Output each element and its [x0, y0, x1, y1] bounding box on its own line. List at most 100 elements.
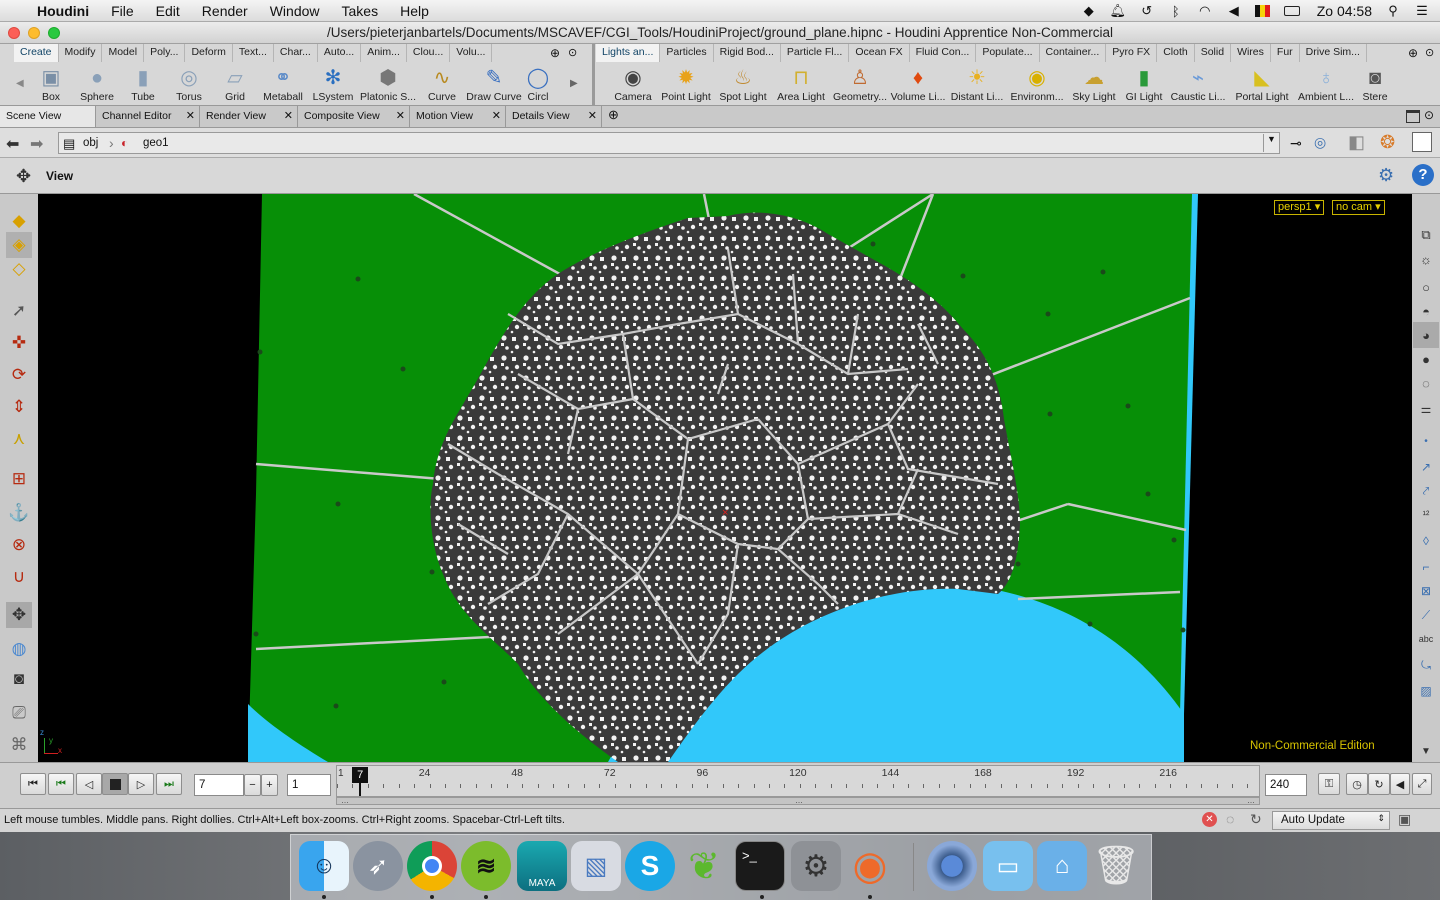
bluetooth-icon[interactable]: ᛒ	[1168, 4, 1184, 19]
dock-skype[interactable]: S	[625, 841, 675, 891]
link-icon[interactable]: ◎	[1314, 134, 1326, 151]
rotate-icon[interactable]: ⟳	[6, 362, 32, 388]
prim-normals-icon[interactable]: ◊	[1413, 528, 1439, 554]
shelf-tab-fluid-con[interactable]: Fluid Con...	[910, 44, 977, 62]
flat-shade-icon[interactable]: ◓	[1413, 298, 1439, 324]
tab-scene-view[interactable]: Scene View	[0, 106, 96, 127]
guide-icon[interactable]: ⟋	[1413, 602, 1439, 628]
clock[interactable]: Zo 04:58	[1317, 3, 1372, 19]
display-cube-icon[interactable]: ◧	[1348, 132, 1365, 153]
shelf-tab-lights[interactable]: Lights an...	[596, 44, 661, 62]
shelf-tab-drive-sim[interactable]: Drive Sim...	[1300, 44, 1367, 62]
vector-icon[interactable]: ⤤	[1413, 478, 1439, 504]
pin-icon[interactable]: ⊸	[1290, 135, 1302, 152]
camera-menu[interactable]: persp1 ▾	[1274, 200, 1325, 215]
scale-icon[interactable]: ⇕	[6, 394, 32, 420]
list-icon[interactable]: ☰	[1414, 3, 1430, 18]
sculpt-icon[interactable]: ∪	[6, 564, 32, 590]
tool-curve[interactable]: ∿ Curve	[418, 63, 466, 105]
frame-increment-button[interactable]: +	[261, 774, 278, 796]
dock-preview[interactable]: ▧	[571, 841, 621, 891]
jump-start-button[interactable]: ⏮	[20, 773, 46, 795]
tool-gi-light[interactable]: ▮ GI Light	[1122, 63, 1166, 105]
close-tab-icon[interactable]: ✕	[588, 109, 597, 122]
range-grip-center[interactable]: …	[795, 797, 803, 805]
shelf-tab-poly[interactable]: Poly...	[144, 44, 186, 62]
battery-icon[interactable]	[1283, 4, 1300, 18]
tool-sphere[interactable]: ● Sphere	[74, 63, 120, 105]
display-options-icon[interactable]: ⚌	[1413, 396, 1439, 422]
menu-edit[interactable]: Edit	[145, 3, 191, 19]
brush-icon[interactable]: ⚓	[6, 500, 32, 526]
lighting-icon[interactable]: ☼	[1413, 246, 1439, 272]
play-button[interactable]: ▷	[128, 773, 154, 795]
path-obj[interactable]: obj	[83, 137, 98, 149]
stop-button[interactable]	[102, 773, 128, 795]
notification-icon[interactable]: 🔔︎	[1109, 3, 1126, 18]
shelf-tab-wires[interactable]: Wires	[1231, 44, 1271, 62]
camera-path-icon[interactable]: ⤿	[1413, 652, 1439, 678]
range-grip-left[interactable]: …	[341, 797, 349, 805]
dock-system-preferences[interactable]: ⚙	[791, 841, 841, 891]
tab-details-view[interactable]: Details View ✕	[506, 106, 602, 127]
point-normals-icon[interactable]: ↗	[1413, 454, 1439, 480]
prev-key-button[interactable]: ⏮	[48, 773, 74, 795]
shelf-tab-deform[interactable]: Deform	[185, 44, 233, 62]
audio-button[interactable]: ◀	[1390, 773, 1410, 795]
loop-button[interactable]: ↻	[1368, 773, 1390, 795]
current-frame-field[interactable]	[194, 774, 244, 796]
shelf-tab-particles[interactable]: Particles	[660, 44, 714, 62]
scene-viewport[interactable]: × persp1 ▾ no cam ▾ Non-Commercial Editi…	[38, 194, 1412, 762]
point-display-icon[interactable]: •	[1413, 428, 1439, 454]
volume-icon[interactable]: ◀	[1226, 3, 1242, 18]
render-region-icon[interactable]: ◍	[6, 636, 32, 662]
shelf-tab-particle-fluids[interactable]: Particle Fl...	[781, 44, 850, 62]
shelf-tab-text[interactable]: Text...	[233, 44, 274, 62]
jump-end-button[interactable]: ⏭	[156, 773, 182, 795]
text-label-icon[interactable]: abc	[1413, 626, 1439, 652]
tab-motion-view[interactable]: Motion View ✕	[410, 106, 506, 127]
tool-torus[interactable]: ◎ Torus	[166, 63, 212, 105]
tool-tube[interactable]: ▮ Tube	[120, 63, 166, 105]
tool-point-light[interactable]: ✹ Point Light	[658, 63, 714, 105]
tool-box[interactable]: ▣ Box	[28, 63, 74, 105]
shelf-tab-solid[interactable]: Solid	[1195, 44, 1232, 62]
dock-spotify[interactable]: ≋	[461, 841, 511, 891]
time-machine-icon[interactable]: ↺	[1139, 3, 1155, 18]
tool-spot-light[interactable]: ♨ Spot Light	[714, 63, 772, 105]
shelf-tab-auto[interactable]: Auto...	[318, 44, 362, 62]
range-grip-right[interactable]: …	[1247, 797, 1255, 805]
tool-geometry-light[interactable]: ♙ Geometry...	[830, 63, 890, 105]
shelf-tab-volu[interactable]: Volu...	[450, 44, 493, 62]
snapshot-icon[interactable]: ⌘	[6, 732, 32, 758]
start-frame-field[interactable]	[287, 774, 331, 796]
dock-launchpad[interactable]: ➶	[353, 841, 403, 891]
tab-channel-editor[interactable]: Channel Editor ✕	[96, 106, 200, 127]
shelf-right-menu-icon[interactable]: ⊙	[1425, 46, 1434, 59]
close-tab-icon[interactable]: ✕	[186, 109, 195, 122]
tool-grid[interactable]: ▱ Grid	[212, 63, 258, 105]
smooth-shade-icon[interactable]: ◕	[1413, 322, 1439, 348]
grid-toggle-icon[interactable]: ⊠	[1413, 578, 1439, 604]
shelf-tab-clou[interactable]: Clou...	[407, 44, 451, 62]
tool-platonic[interactable]: ⬢ Platonic S...	[358, 63, 418, 105]
cam-menu[interactable]: no cam ▾	[1332, 200, 1385, 215]
shelf-tab-ocean[interactable]: Ocean FX	[849, 44, 910, 62]
frame-decrement-button[interactable]: −	[244, 774, 261, 796]
tool-portal-light[interactable]: ◣ Portal Light	[1230, 63, 1294, 105]
path-field[interactable]: ▤ obj › ◐ geo1 ▼	[58, 132, 1280, 154]
magnet-icon[interactable]: ⊗	[6, 532, 32, 558]
shelf-tab-rigid[interactable]: Rigid Bod...	[714, 44, 781, 62]
close-tab-icon[interactable]: ✕	[396, 109, 405, 122]
viewer-options-icon[interactable]: ⚙	[1378, 165, 1394, 186]
dock-chrome-canary[interactable]	[927, 841, 977, 891]
app-menu[interactable]: Houdini	[26, 3, 100, 19]
key-options-button[interactable]: ⚿	[1318, 773, 1340, 795]
add-shelf-icon[interactable]: ⊕	[550, 46, 560, 60]
dock-finder[interactable]: ☺	[299, 841, 349, 891]
update-mode-select[interactable]: Auto Update ⇕	[1272, 811, 1390, 830]
select-points-icon[interactable]: ◆	[6, 208, 32, 234]
refresh-icon[interactable]: ↻	[1250, 811, 1262, 828]
shelf-tab-pyro[interactable]: Pyro FX	[1106, 44, 1158, 62]
close-tab-icon[interactable]: ✕	[284, 109, 293, 122]
